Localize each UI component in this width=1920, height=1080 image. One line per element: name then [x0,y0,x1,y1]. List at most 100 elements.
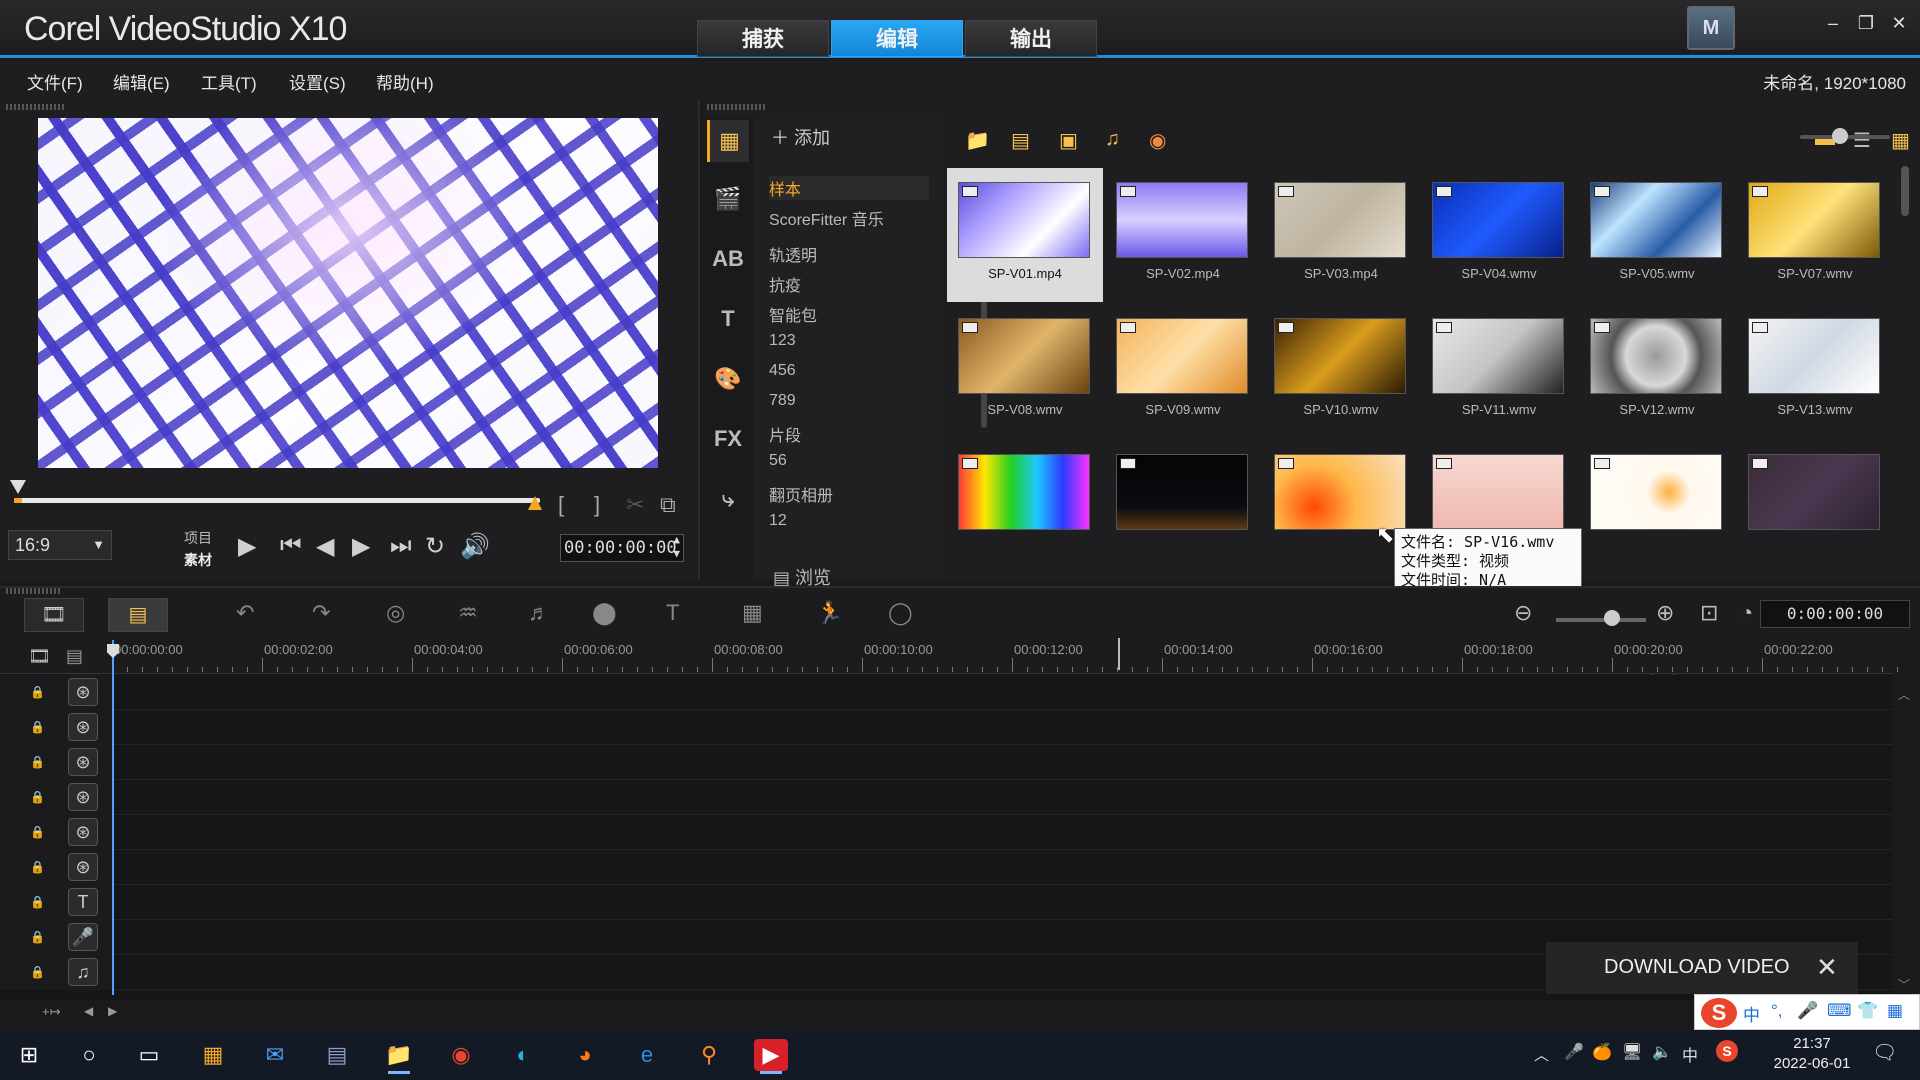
calculator-icon[interactable]: ▤ [320,1039,354,1071]
filter-icon[interactable]: FX [707,418,749,460]
fit-project-icon[interactable]: ⊡ [1700,600,1718,626]
timeline-vertical-scrollbar[interactable]: ︿ ﹀ [1894,676,1914,1001]
ime-keyboard-icon[interactable]: ⌨ [1827,1001,1852,1021]
tree-item[interactable]: 智能包 [769,302,817,326]
task-view-icon[interactable]: ▭ [132,1039,166,1071]
panel-grip[interactable] [6,588,62,594]
track-lock-icon[interactable]: 🔒 [30,720,45,734]
previous-frame-icon[interactable]: ◀ [316,532,334,561]
auto-music-icon[interactable]: ♬ [528,600,550,626]
tray-chevron-icon[interactable]: ︿ [1534,1044,1549,1065]
close-icon[interactable]: ✕ [1816,952,1838,983]
media-clip-tile[interactable] [1737,440,1893,546]
show-online-icon[interactable]: ◉ [1149,128,1166,153]
sound-mixer-icon[interactable]: ♒ [458,600,478,626]
tree-item[interactable]: 轨透明 [769,242,817,266]
media-clip-tile[interactable]: SP-V09.wmv [1105,304,1261,438]
panel-grip[interactable] [6,104,66,110]
ime-voice-icon[interactable]: 🎤 [1797,1001,1818,1021]
menu-help[interactable]: 帮助(H) [376,69,434,94]
timeline-horizontal-scrollbar[interactable]: +↦ ◀ ▶ [0,1000,1920,1028]
film-reel-icon[interactable]: ⊛ [68,713,98,741]
notifications-icon[interactable]: 🗨 [1872,1040,1897,1065]
track-overlay-2[interactable]: 🔒 ⊛ [0,745,1892,780]
film-reel-icon[interactable]: ⊛ [68,783,98,811]
list-view-icon[interactable]: ☰ [1853,128,1871,153]
menu-tools[interactable]: 工具(T) [201,69,257,94]
scroll-right-icon[interactable]: ▶ [108,1004,117,1018]
show-photos-icon[interactable]: ▣ [1059,128,1078,153]
volume-icon[interactable]: 🔊 [460,532,490,561]
file-explorer-icon[interactable]: 📁 [382,1039,416,1074]
store-icon[interactable]: ▦ [196,1039,230,1071]
track-manager-icon[interactable]: 🎞 [28,646,51,667]
color-app-icon[interactable]: ◉ [444,1039,478,1071]
grid-scrollbar[interactable] [1901,166,1909,216]
title-icon[interactable]: T [707,298,749,340]
tree-item[interactable]: 123 [769,332,796,350]
tree-item[interactable]: 片段 [769,422,801,446]
aspect-ratio-select[interactable]: 16:9 ▼ [8,530,112,560]
zoom-out-icon[interactable]: ⊖ [1514,600,1532,626]
grid-view-icon[interactable]: ▦ [1891,128,1910,153]
duration-icon[interactable]: ◔ [1740,600,1753,626]
add-track-icon[interactable]: +↦ [42,1004,60,1020]
track-overlay-5[interactable]: 🔒 ⊛ [0,850,1892,885]
redo-icon[interactable]: ↷ [312,600,330,626]
path-icon[interactable]: ⤷ [707,478,749,520]
media-clip-tile[interactable]: SP-V10.wmv [1263,304,1419,438]
title-icon[interactable]: T [68,888,98,916]
timeline-timecode[interactable]: 0:00:00:00 [1760,600,1910,628]
tree-item[interactable]: 789 [769,392,796,410]
media-clip-tile[interactable]: SP-V05.wmv [1579,168,1735,302]
firefox-icon[interactable]: ◕ [568,1039,602,1071]
media-clip-tile[interactable]: SP-V12.wmv [1579,304,1735,438]
windows-start-icon[interactable]: ⊞ [12,1039,46,1071]
sogou-tray-icon[interactable]: S [1716,1040,1738,1062]
storyboard-view-button[interactable]: 🎞 [24,598,84,632]
track-lock-icon[interactable]: 🔒 [30,860,45,874]
media-clip-tile[interactable]: SP-V13.wmv [1737,304,1893,438]
home-icon[interactable]: ⏮ [280,532,302,560]
tree-item-samples[interactable]: 样本 [769,176,929,200]
track-lock-icon[interactable]: 🔒 [30,685,45,699]
repeat-icon[interactable]: ↻ [425,532,445,561]
project-mode-label[interactable]: 项目 [184,528,212,548]
track-lock-icon[interactable]: 🔒 [30,930,45,944]
media-clip-tile[interactable]: SP-V04.wmv [1421,168,1577,302]
track-lock-icon[interactable]: 🔒 [30,790,45,804]
motion-tracking-icon[interactable]: ⬤ [592,600,617,626]
edge-icon[interactable]: ◐ [506,1039,540,1071]
sogou-logo-icon[interactable]: S [1701,998,1737,1028]
graphic-icon[interactable]: 🎨 [707,358,749,400]
show-audio-icon[interactable]: ♫ [1105,128,1120,151]
chevron-down-icon[interactable]: ﹀ [1898,976,1910,993]
timeline-ruler[interactable]: 00:00:00:00 00:00:02:00 00:00:04:00 00:00:0… [0,642,1898,674]
time-remapping-icon[interactable]: 🏃 [816,600,843,626]
chapter-point-icon[interactable]: ▤ [66,646,83,667]
thumbnail-size-knob[interactable] [1832,128,1848,144]
undo-icon[interactable]: ↶ [236,600,254,626]
search-app-icon[interactable]: ⚲ [692,1039,726,1071]
zoom-slider[interactable] [1556,618,1646,622]
zoom-knob[interactable] [1604,610,1620,626]
timecode-spinner-icon[interactable]: ▲ ▼ [673,533,680,561]
minimize-button[interactable]: – [1820,12,1846,34]
media-clip-tile[interactable]: SP-V07.wmv [1737,168,1893,302]
tree-item[interactable]: 12 [769,512,787,530]
media-clip-tile[interactable] [947,440,1103,546]
mark-out-icon[interactable]: ] [594,492,600,518]
scroll-left-icon[interactable]: ◀ [84,1004,93,1018]
track-lock-icon[interactable]: 🔒 [30,895,45,909]
track-lock-icon[interactable]: 🔒 [30,755,45,769]
film-reel-icon[interactable]: ⊛ [68,818,98,846]
menu-settings[interactable]: 设置(S) [289,69,346,94]
film-reel-icon[interactable]: ⊛ [68,678,98,706]
track-overlay-1[interactable]: 🔒 ⊛ [0,710,1892,745]
tree-item[interactable]: 456 [769,362,796,380]
network-icon[interactable]: 🖥 [1622,1042,1642,1062]
trim-end-handle[interactable] [528,496,542,510]
microphone-icon[interactable]: 🎤 [1564,1042,1584,1062]
hub-icon[interactable]: M [1687,6,1735,50]
multi-camera-icon[interactable]: ▦ [742,600,763,626]
